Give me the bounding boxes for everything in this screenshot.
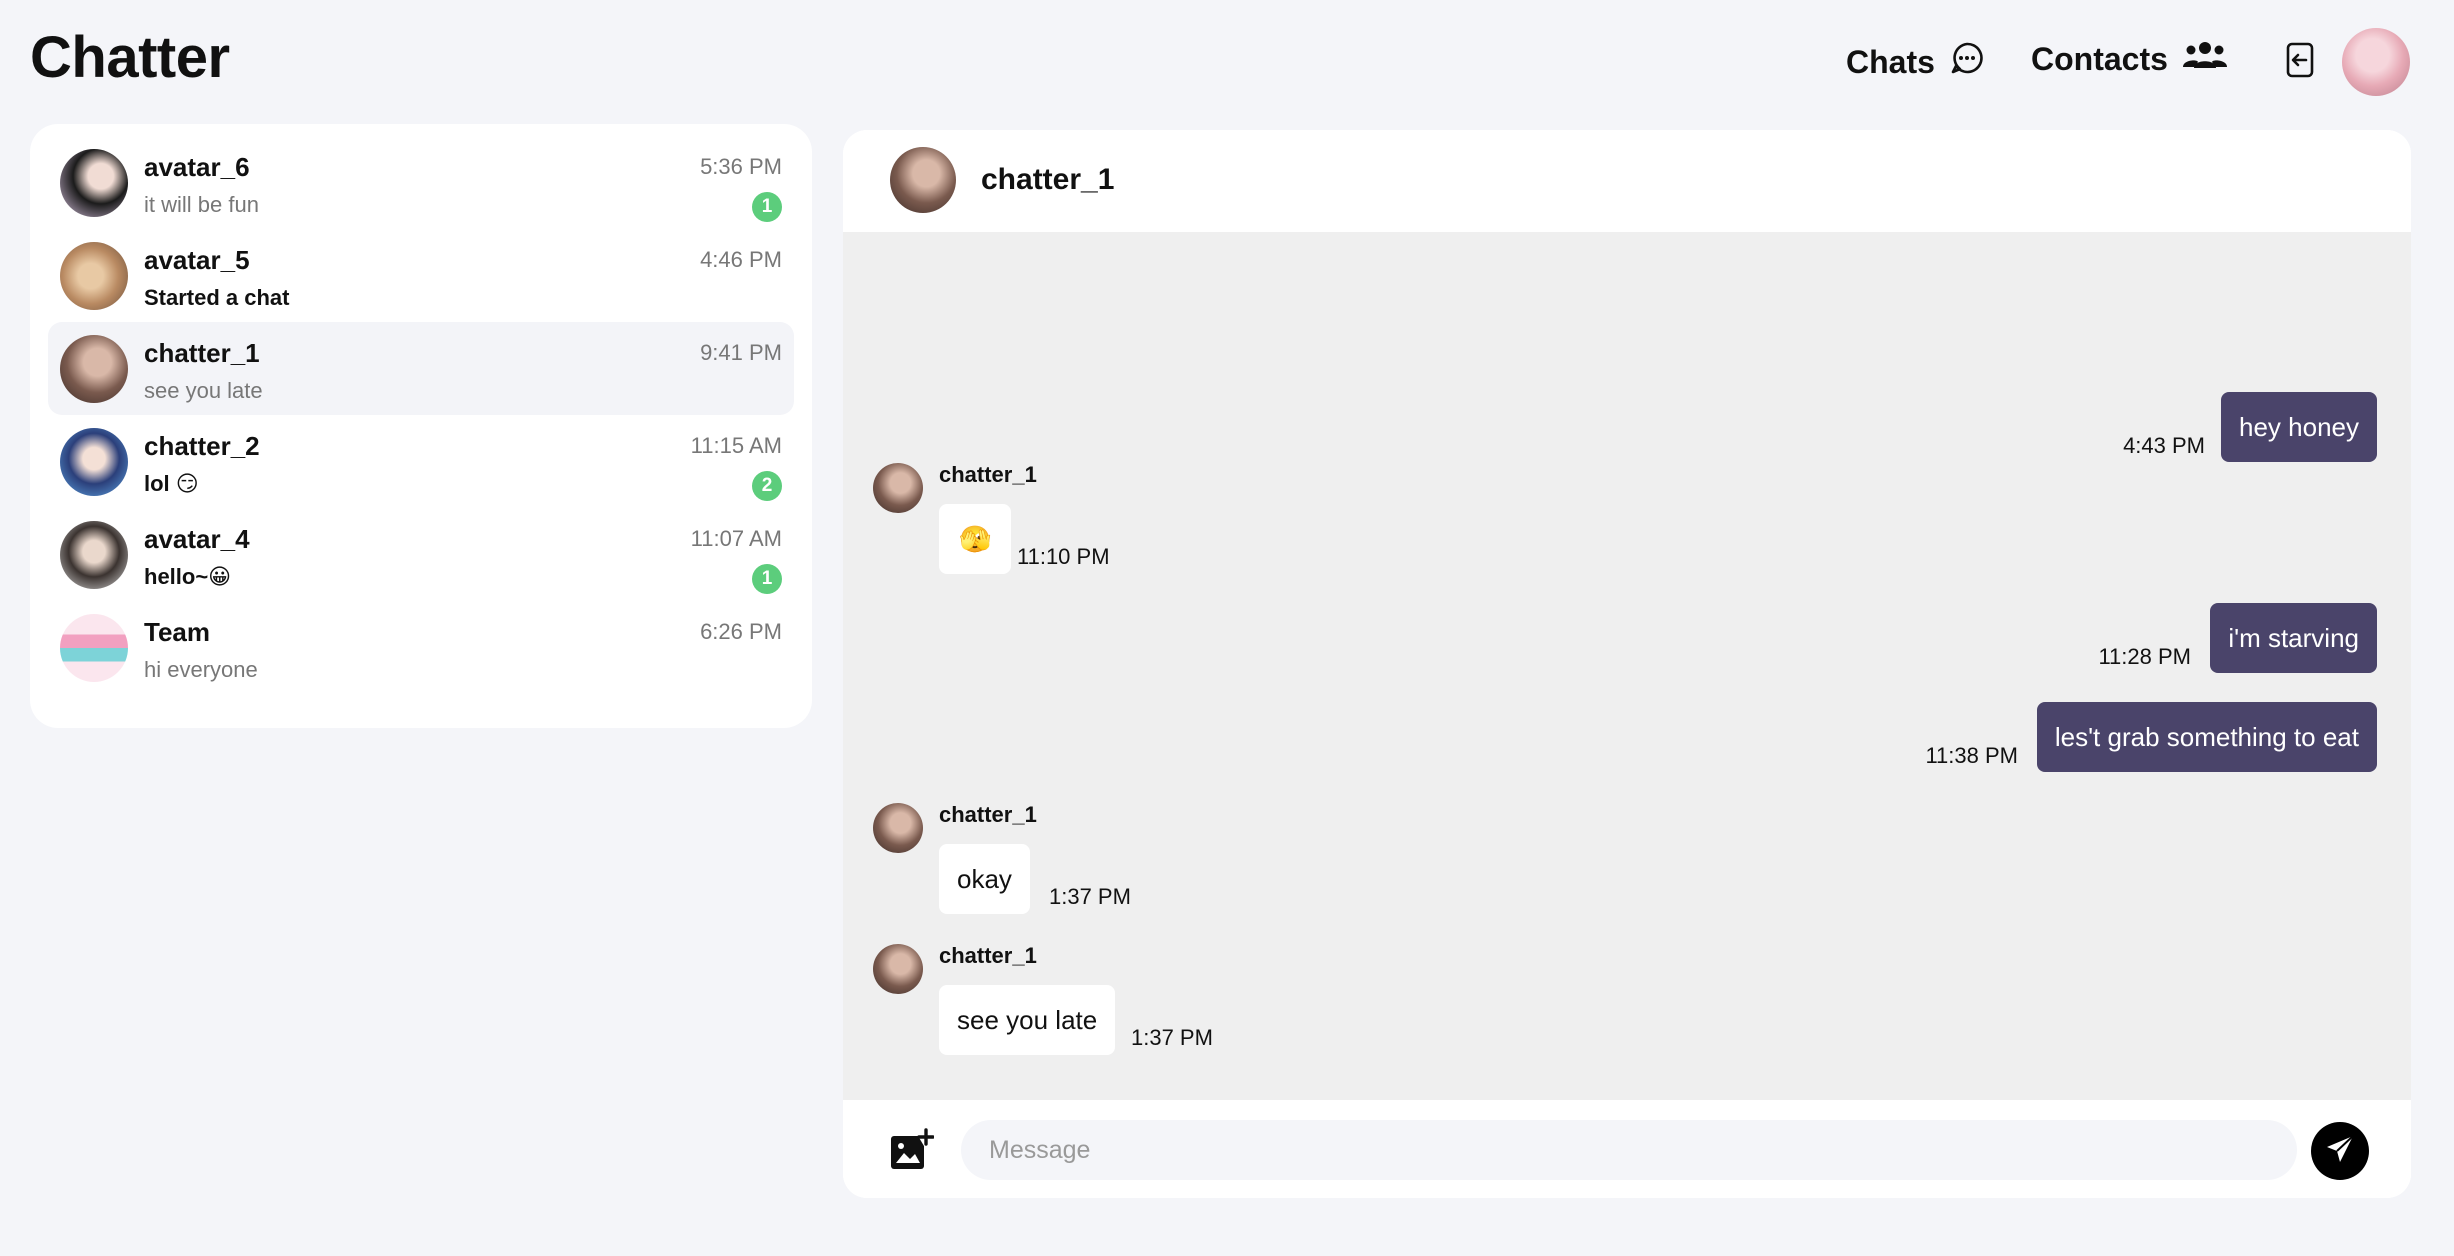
avatar — [873, 944, 923, 994]
people-icon — [2182, 40, 2228, 78]
message-time: 11:38 PM — [1925, 743, 2018, 768]
chat-name: chatter_2 — [144, 431, 260, 461]
chat-name: avatar_5 — [144, 245, 250, 275]
send-icon — [2325, 1134, 2355, 1169]
sender-name: chatter_1 — [939, 802, 1037, 827]
conversation-panel: chatter_1 4:43 PM hey honey chatter_1 🫣 … — [843, 130, 2411, 1198]
message-input[interactable] — [961, 1120, 2297, 1180]
avatar — [873, 803, 923, 853]
avatar — [873, 463, 923, 513]
chat-time: 6:26 PM — [700, 619, 782, 644]
chat-preview: Started a chat — [144, 285, 290, 310]
avatar — [60, 149, 128, 217]
message-time: 4:43 PM — [2123, 433, 2205, 458]
chat-time: 11:15 AM — [690, 433, 782, 458]
avatar[interactable] — [890, 147, 956, 213]
chat-name: chatter_1 — [144, 338, 260, 368]
nav-contacts-label: Contacts — [2031, 40, 2168, 77]
sender-name: chatter_1 — [939, 462, 1037, 487]
app-header: Chatter Chats Contacts — [0, 0, 2454, 122]
send-button[interactable] — [2311, 1122, 2369, 1180]
message-list[interactable]: 4:43 PM hey honey chatter_1 🫣 11:10 PM 1… — [843, 232, 2411, 1100]
message-bubble-outgoing: hey honey — [2221, 392, 2377, 462]
chat-list-item-avatar-4[interactable]: avatar_4 hello~😀 11:07 AM 1 — [48, 508, 794, 601]
message-bubble-incoming: 🫣 — [939, 504, 1012, 574]
avatar — [60, 335, 128, 403]
chat-name: avatar_4 — [144, 524, 250, 554]
chat-time: 9:41 PM — [700, 340, 782, 365]
chat-time: 5:36 PM — [700, 154, 782, 179]
attach-image-button[interactable] — [888, 1128, 935, 1172]
app-logo: Chatter — [30, 25, 230, 90]
message-time: 1:37 PM — [1131, 1025, 1213, 1050]
logout-button[interactable] — [2282, 40, 2320, 80]
chat-list: avatar_6 it will be fun 5:36 PM 1 avatar… — [30, 124, 812, 728]
unread-badge: 2 — [752, 471, 782, 501]
chat-preview: it will be fun — [144, 192, 259, 217]
add-image-icon — [888, 1128, 935, 1176]
unread-badge: 1 — [752, 192, 782, 222]
message-bubble-outgoing: les't grab something to eat — [2036, 702, 2377, 772]
chat-preview: see you late — [144, 378, 263, 403]
message-time: 11:28 PM — [2098, 644, 2191, 669]
chat-list-item-avatar-5[interactable]: avatar_5 Started a chat 4:46 PM — [48, 229, 794, 322]
message-time: 1:37 PM — [1049, 884, 1131, 909]
message-time: 11:10 PM — [1017, 544, 1110, 569]
chat-preview: hi everyone — [144, 657, 258, 682]
nav-contacts[interactable]: Contacts — [2031, 40, 2228, 78]
chat-preview: lol 😏 — [144, 471, 199, 496]
chat-time: 11:07 AM — [690, 526, 782, 551]
chat-list-item-team[interactable]: Team hi everyone 6:26 PM — [48, 601, 794, 694]
message-bubble-incoming: okay — [939, 844, 1030, 914]
nav-chats[interactable]: Chats — [1846, 40, 1985, 84]
conversation-title: chatter_1 — [981, 163, 1115, 196]
chat-time: 4:46 PM — [700, 247, 782, 272]
user-avatar[interactable] — [2342, 28, 2410, 96]
chat-preview: hello~😀 — [144, 564, 232, 589]
avatar — [60, 521, 128, 589]
chat-bubble-icon — [1949, 40, 1985, 84]
nav-chats-label: Chats — [1846, 43, 1935, 80]
logout-icon — [2282, 42, 2320, 84]
conversation-header: chatter_1 — [843, 130, 2411, 232]
chat-name: avatar_6 — [144, 152, 250, 182]
chat-list-item-chatter-1[interactable]: chatter_1 see you late 9:41 PM — [48, 322, 794, 415]
avatar — [60, 614, 128, 682]
sender-name: chatter_1 — [939, 943, 1037, 968]
avatar — [60, 428, 128, 496]
chat-list-item-chatter-2[interactable]: chatter_2 lol 😏 11:15 AM 2 — [48, 415, 794, 508]
message-bubble-outgoing: i'm starving — [2210, 603, 2377, 673]
chat-list-item-avatar-6[interactable]: avatar_6 it will be fun 5:36 PM 1 — [48, 136, 794, 229]
unread-badge: 1 — [752, 564, 782, 594]
chat-name: Team — [144, 617, 210, 647]
message-composer — [843, 1100, 2411, 1198]
message-bubble-incoming: see you late — [939, 985, 1116, 1055]
avatar — [60, 242, 128, 310]
